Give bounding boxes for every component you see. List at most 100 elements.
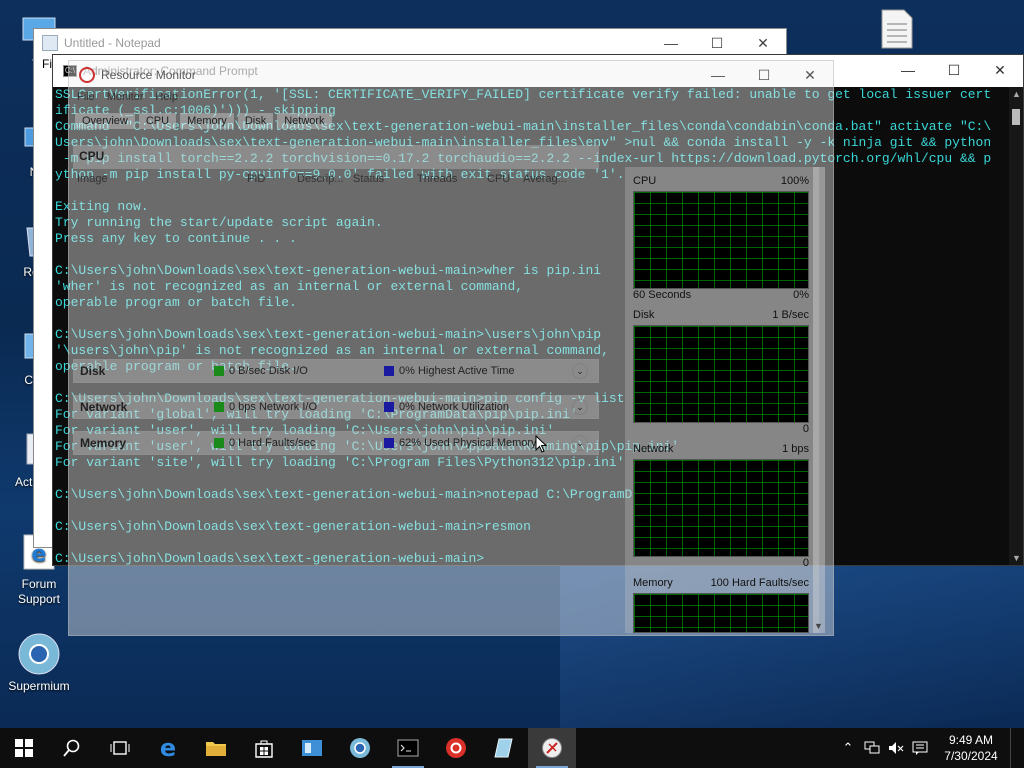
input-indicator-icon[interactable] xyxy=(908,728,932,768)
tab-network[interactable]: Network xyxy=(277,113,332,129)
menu-file[interactable]: File xyxy=(77,91,95,103)
section-metric: 0% Highest Active Time xyxy=(399,365,515,377)
graphs-panel: CPU 100% 60 Seconds 0% Disk 1 B/sec 0 Netwo… xyxy=(625,167,819,633)
network-section-header[interactable]: Network 0 bps Network I/O 0% Network Uti… xyxy=(73,395,599,419)
chevron-up-icon[interactable]: ⌃ xyxy=(836,728,860,768)
clock[interactable]: 9:49 AM 7/30/2024 xyxy=(932,732,1010,764)
graph-canvas xyxy=(633,593,809,633)
legend-square xyxy=(384,402,394,412)
maximize-button[interactable]: ☐ xyxy=(931,55,977,85)
column-header[interactable]: Image xyxy=(73,173,243,191)
graph-max: 100 Hard Faults/sec xyxy=(710,577,809,589)
cpu-section-header[interactable]: CPU xyxy=(73,145,599,169)
taskbar-edge[interactable]: e xyxy=(144,728,192,768)
disk-section-header[interactable]: Disk 0 B/sec Disk I/O 0% Highest Active … xyxy=(73,359,599,383)
taskbar-resource-monitor[interactable] xyxy=(528,728,576,768)
network-graph: Network 1 bps 0 xyxy=(633,443,809,571)
minimize-button[interactable]: — xyxy=(648,29,694,57)
resmon-menubar: File Monitor Help xyxy=(77,91,178,103)
tab-cpu[interactable]: CPU xyxy=(138,113,177,129)
resmon-tabs: Overview CPU Memory Disk Network xyxy=(75,113,332,129)
volume-muted-icon[interactable] xyxy=(884,728,908,768)
scroll-down-icon[interactable]: ▼ xyxy=(814,621,823,631)
desktop-icon-supermium[interactable]: Supermium xyxy=(4,632,74,694)
start-button[interactable] xyxy=(0,728,48,768)
mouse-cursor-icon xyxy=(535,435,547,453)
notepad-icon xyxy=(494,738,513,758)
graphs-scrollbar[interactable]: ▼ xyxy=(813,167,825,633)
maximize-button[interactable]: ☐ xyxy=(694,29,740,57)
chevron-down-icon[interactable]: ⌄ xyxy=(572,399,588,415)
graph-max: 1 B/sec xyxy=(772,309,809,321)
tab-memory[interactable]: Memory xyxy=(180,113,234,129)
search-button[interactable] xyxy=(48,728,96,768)
network-icon[interactable] xyxy=(860,728,884,768)
column-header[interactable]: Averag... xyxy=(519,173,579,191)
menu-help[interactable]: Help xyxy=(155,91,178,103)
taskbar-store[interactable] xyxy=(240,728,288,768)
control-panel-icon xyxy=(302,740,322,756)
minimize-button[interactable]: — xyxy=(695,61,741,89)
cmd-icon xyxy=(397,739,419,757)
minimize-button[interactable]: — xyxy=(885,55,931,85)
section-metric: 0 B/sec Disk I/O xyxy=(229,365,308,377)
graph-min: 0% xyxy=(793,289,809,301)
legend-square xyxy=(384,366,394,376)
legend-square xyxy=(384,438,394,448)
section-title: Memory xyxy=(80,436,127,450)
resource-monitor-icon xyxy=(79,67,95,83)
resource-monitor-window[interactable]: Resource Monitor — ☐ ✕ File Monitor Help… xyxy=(68,60,834,636)
graph-title: CPU xyxy=(633,175,657,187)
edge-icon: e xyxy=(159,734,177,762)
scroll-thumb[interactable] xyxy=(1012,109,1020,125)
scroll-up-icon[interactable]: ▲ xyxy=(1012,89,1021,99)
tab-disk[interactable]: Disk xyxy=(237,113,274,129)
memory-section-header[interactable]: Memory 0 Hard Faults/sec 62% Used Physic… xyxy=(73,431,599,455)
scrollbar[interactable]: ▲ ▼ xyxy=(1009,87,1023,565)
section-metric: 0% Network Utilization xyxy=(399,401,510,413)
memory-graph: Memory 100 Hard Faults/sec xyxy=(633,577,809,633)
taskbar-file-explorer[interactable] xyxy=(192,728,240,768)
document-file-icon[interactable] xyxy=(880,8,914,50)
task-view-icon xyxy=(110,741,130,755)
chevron-down-icon[interactable]: ⌄ xyxy=(572,435,588,451)
column-header[interactable]: Threads xyxy=(413,173,483,191)
clock-date: 7/30/2024 xyxy=(944,749,998,763)
taskbar-control-panel[interactable] xyxy=(288,728,336,768)
close-button[interactable]: ✕ xyxy=(787,61,833,89)
store-icon xyxy=(255,740,273,758)
desktop: Th Net Recy Contr Activa K e Forum Suppo… xyxy=(0,0,1024,728)
taskbar-command-prompt[interactable] xyxy=(384,728,432,768)
graph-min: 0 xyxy=(802,423,809,435)
taskbar-notepad[interactable] xyxy=(480,728,528,768)
taskbar-app-red[interactable] xyxy=(432,728,480,768)
column-header[interactable]: Status xyxy=(349,173,413,191)
graph-title: Disk xyxy=(633,309,655,321)
task-view-button[interactable] xyxy=(96,728,144,768)
section-metric: 0 Hard Faults/sec xyxy=(229,437,316,449)
menu-monitor[interactable]: Monitor xyxy=(107,91,144,103)
legend-square xyxy=(214,438,224,448)
show-desktop-button[interactable] xyxy=(1010,728,1024,768)
tab-overview[interactable]: Overview xyxy=(75,113,135,129)
supermium-icon xyxy=(17,632,61,676)
maximize-button[interactable]: ☐ xyxy=(741,61,787,89)
graph-min: 0 xyxy=(802,557,809,569)
close-button[interactable]: ✕ xyxy=(977,55,1023,85)
disk-graph: Disk 1 B/sec 0 xyxy=(633,309,809,437)
graph-max: 100% xyxy=(780,175,809,187)
column-header[interactable]: CPU xyxy=(483,173,519,191)
column-header[interactable]: PID xyxy=(243,173,293,191)
column-header[interactable]: Descrip... xyxy=(293,173,349,191)
desktop-icon-label: Forum Support xyxy=(17,577,61,606)
notepad-icon xyxy=(42,35,58,51)
cpu-graph: CPU 100% 60 Seconds 0% xyxy=(633,175,809,303)
graph-title: Memory xyxy=(633,577,673,589)
app-icon xyxy=(446,738,466,758)
close-button[interactable]: ✕ xyxy=(740,29,786,57)
taskbar-supermium[interactable] xyxy=(336,728,384,768)
window-title: Resource Monitor xyxy=(101,68,196,82)
graph-canvas xyxy=(633,191,809,289)
scroll-down-icon[interactable]: ▼ xyxy=(1012,553,1021,563)
chevron-down-icon[interactable]: ⌄ xyxy=(572,363,588,379)
